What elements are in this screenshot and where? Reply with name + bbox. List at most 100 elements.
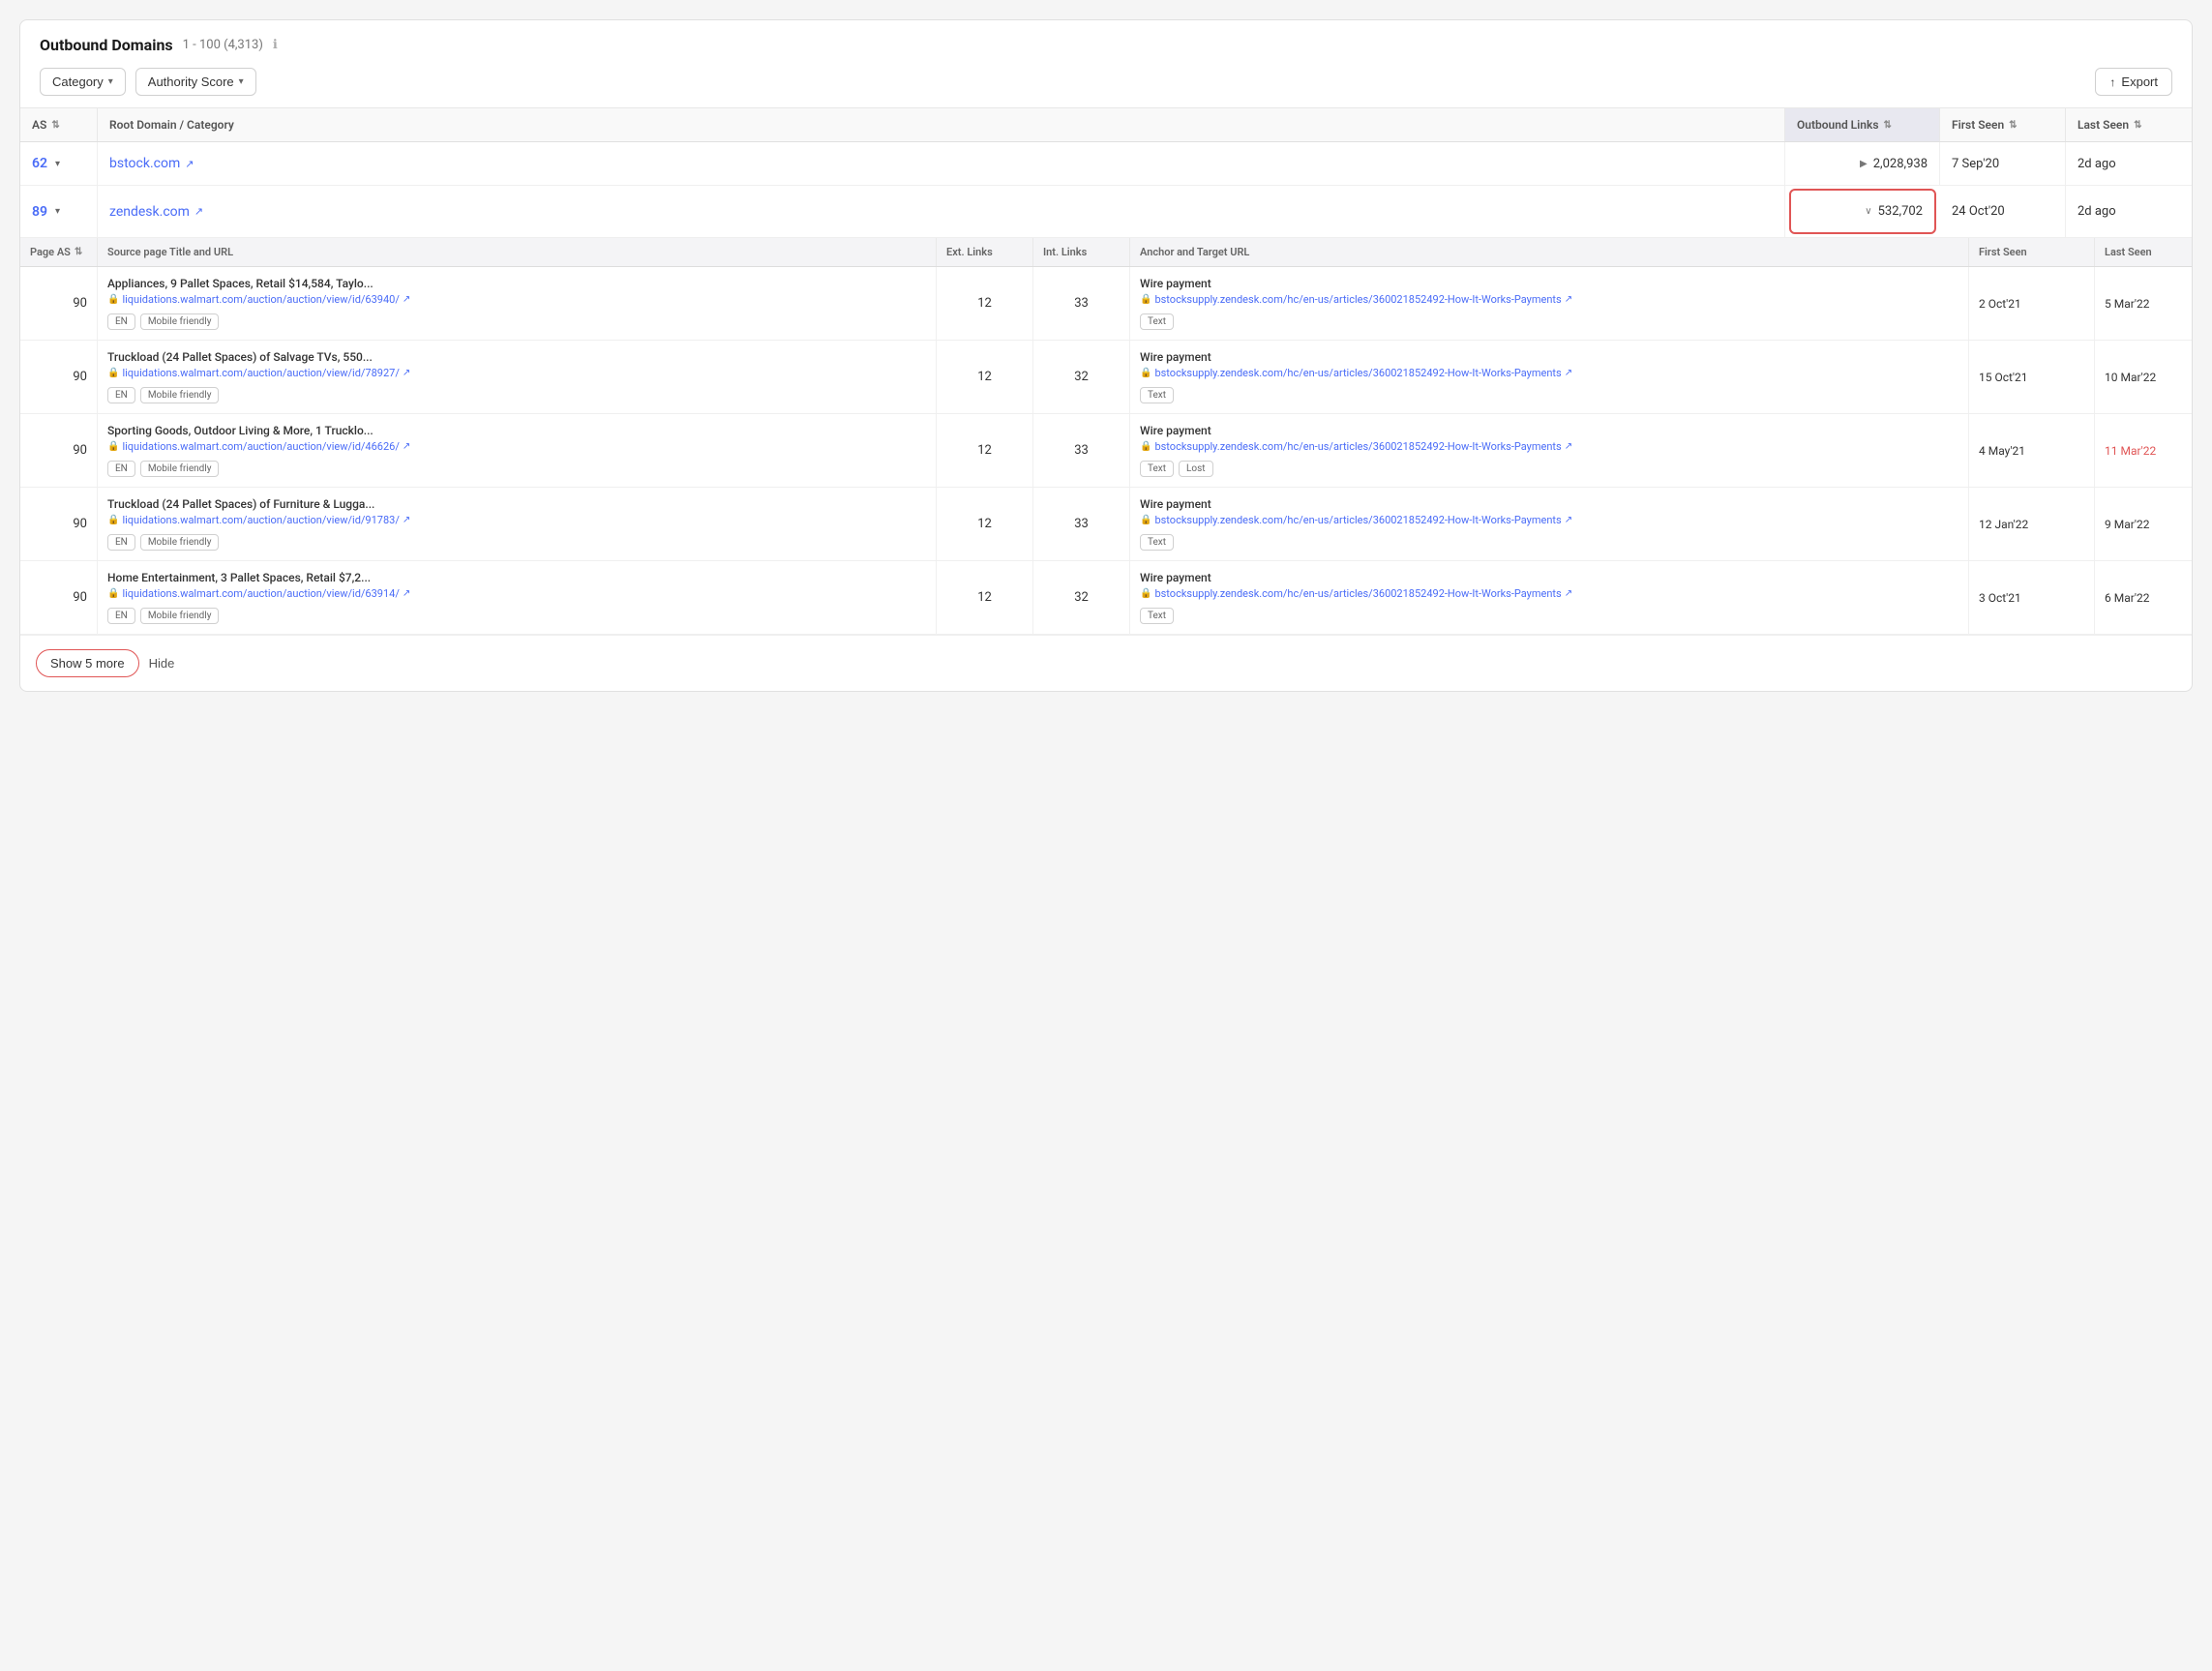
bstock-last-seen: 2d ago: [2077, 157, 2116, 171]
col-last-seen-sort-icon[interactable]: ⇅: [2134, 120, 2141, 131]
sub-row-0: 90 Appliances, 9 Pallet Spaces, Retail $…: [20, 267, 2192, 341]
col-as-label: AS: [32, 118, 46, 132]
anchor-lock-icon-2: 🔒: [1140, 441, 1151, 452]
first-seen-value-0: 2 Oct'21: [1979, 297, 2084, 311]
ext-links-value-1: 12: [946, 370, 1023, 384]
ext-links-value-0: 12: [946, 296, 1023, 311]
anchor-url-text-3: bstocksupply.zendesk.com/hc/en-us/articl…: [1154, 514, 1561, 526]
source-tag: EN: [107, 608, 135, 624]
zendesk-first-seen: 24 Oct'20: [1952, 204, 2005, 219]
source-url-text-0: liquidations.walmart.com/auction/auction…: [122, 293, 399, 306]
export-button[interactable]: ↑ Export: [2095, 68, 2172, 96]
col-header-root-domain: Root Domain / Category: [98, 108, 1785, 141]
col-outbound-sort-icon[interactable]: ⇅: [1884, 120, 1892, 131]
sub-col-anchor: Anchor and Target URL: [1130, 238, 1969, 266]
zendesk-outbound-expand-icon: ∨: [1865, 206, 1871, 217]
bstock-last-seen-cell: 2d ago: [2066, 142, 2192, 185]
sub-col-page-as-label: Page AS: [30, 246, 71, 258]
source-url-link-2[interactable]: 🔒 liquidations.walmart.com/auction/aucti…: [107, 440, 926, 453]
anchor-url-link-2[interactable]: 🔒 bstocksupply.zendesk.com/hc/en-us/arti…: [1140, 440, 1958, 453]
sub-row-page-as-3: 90: [20, 488, 98, 560]
sub-row-last-seen-1: 10 Mar'22: [2095, 341, 2192, 413]
link-tags-row-0: Text: [1140, 313, 1958, 330]
anchor-lock-icon-3: 🔒: [1140, 515, 1151, 525]
source-tag: EN: [107, 534, 135, 551]
link-tag-text-3: Text: [1140, 534, 1174, 551]
zendesk-expand-icon[interactable]: ▾: [55, 206, 60, 217]
hide-button[interactable]: Hide: [149, 656, 175, 671]
col-as-sort-icon[interactable]: ⇅: [51, 120, 59, 131]
bstock-expand-icon[interactable]: ▾: [55, 159, 60, 169]
first-seen-value-4: 3 Oct'21: [1979, 591, 2084, 605]
sub-col-ext-links-label: Ext. Links: [946, 246, 993, 258]
category-filter-button[interactable]: Category ▾: [40, 68, 126, 96]
panel-range: 1 - 100 (4,313): [183, 38, 263, 52]
last-seen-value-2: 11 Mar'22: [2105, 444, 2182, 458]
category-chevron-icon: ▾: [108, 76, 113, 87]
ext-links-value-4: 12: [946, 590, 1023, 605]
anchor-text-4: Wire payment: [1140, 571, 1958, 584]
sub-row-page-as-2: 90: [20, 414, 98, 487]
show-more-label: Show 5 more: [50, 656, 125, 671]
anchor-url-link-4[interactable]: 🔒 bstocksupply.zendesk.com/hc/en-us/arti…: [1140, 587, 1958, 600]
anchor-url-link-3[interactable]: 🔒 bstocksupply.zendesk.com/hc/en-us/arti…: [1140, 514, 1958, 526]
link-tags-row-3: Text: [1140, 534, 1958, 551]
outbound-domains-panel: Outbound Domains 1 - 100 (4,313) ℹ Categ…: [19, 19, 2193, 692]
sub-row-ext-links-1: 12: [937, 341, 1033, 413]
sub-col-page-as-sort-icon[interactable]: ⇅: [75, 247, 82, 257]
sub-row-page-as-0: 90: [20, 267, 98, 340]
anchor-url-link-1[interactable]: 🔒 bstocksupply.zendesk.com/hc/en-us/arti…: [1140, 367, 1958, 379]
bstock-domain-cell: bstock.com ↗: [98, 142, 1785, 185]
anchor-ext-icon-4: ↗: [1565, 588, 1572, 599]
panel-header: Outbound Domains 1 - 100 (4,313) ℹ Categ…: [20, 20, 2192, 108]
bstock-domain-link[interactable]: bstock.com ↗: [109, 156, 194, 171]
col-last-seen-label: Last Seen: [2077, 118, 2129, 132]
bstock-score: 62: [32, 156, 47, 171]
sub-row-source-0: Appliances, 9 Pallet Spaces, Retail $14,…: [98, 267, 937, 340]
col-header-first-seen: First Seen ⇅: [1940, 108, 2066, 141]
source-tag: EN: [107, 461, 135, 477]
sub-row-int-links-4: 32: [1033, 561, 1130, 634]
anchor-url-link-0[interactable]: 🔒 bstocksupply.zendesk.com/hc/en-us/arti…: [1140, 293, 1958, 306]
hide-label: Hide: [149, 656, 175, 671]
sub-row-source-3: Truckload (24 Pallet Spaces) of Furnitur…: [98, 488, 937, 560]
info-icon[interactable]: ℹ: [273, 38, 278, 52]
lock-icon-2: 🔒: [107, 441, 119, 452]
int-links-value-3: 33: [1043, 517, 1120, 531]
domain-row-bstock: 62 ▾ bstock.com ↗ ▶ 2,028,938 7 Sep'20 2…: [20, 142, 2192, 186]
int-links-value-2: 33: [1043, 443, 1120, 458]
zendesk-first-seen-cell: 24 Oct'20: [1940, 186, 2066, 237]
source-tags-row-3: ENMobile friendly: [107, 534, 926, 551]
sub-row-4: 90 Home Entertainment, 3 Pallet Spaces, …: [20, 561, 2192, 635]
source-tag: Mobile friendly: [140, 608, 220, 624]
source-tag: EN: [107, 387, 135, 403]
source-title-0: Appliances, 9 Pallet Spaces, Retail $14,…: [107, 277, 926, 290]
lock-icon-3: 🔒: [107, 515, 119, 525]
last-seen-value-1: 10 Mar'22: [2105, 371, 2182, 384]
source-title-4: Home Entertainment, 3 Pallet Spaces, Ret…: [107, 571, 926, 584]
sub-col-ext-links: Ext. Links: [937, 238, 1033, 266]
source-url-link-3[interactable]: 🔒 liquidations.walmart.com/auction/aucti…: [107, 514, 926, 526]
authority-score-filter-button[interactable]: Authority Score ▾: [135, 68, 256, 96]
col-first-seen-sort-icon[interactable]: ⇅: [2009, 120, 2017, 131]
zendesk-as-cell: 89 ▾: [20, 186, 98, 237]
show-more-button[interactable]: Show 5 more: [36, 649, 139, 677]
source-url-link-0[interactable]: 🔒 liquidations.walmart.com/auction/aucti…: [107, 293, 926, 306]
sub-col-first-seen-label: First Seen: [1979, 246, 2027, 258]
sub-row-int-links-3: 33: [1033, 488, 1130, 560]
zendesk-outbound-count: 532,702: [1878, 204, 1923, 219]
anchor-text-1: Wire payment: [1140, 350, 1958, 364]
sub-page-as-value-0: 90: [30, 296, 87, 311]
sub-row-ext-links-0: 12: [937, 267, 1033, 340]
source-url-link-4[interactable]: 🔒 liquidations.walmart.com/auction/aucti…: [107, 587, 926, 600]
col-outbound-links-label: Outbound Links: [1797, 118, 1879, 132]
source-title-1: Truckload (24 Pallet Spaces) of Salvage …: [107, 350, 926, 364]
source-url-link-1[interactable]: 🔒 liquidations.walmart.com/auction/aucti…: [107, 367, 926, 379]
source-ext-link-icon-1: ↗: [403, 368, 410, 378]
zendesk-domain-link[interactable]: zendesk.com ↗: [109, 204, 203, 220]
zendesk-last-seen-cell: 2d ago: [2066, 186, 2192, 237]
ext-links-value-2: 12: [946, 443, 1023, 458]
bstock-first-seen-cell: 7 Sep'20: [1940, 142, 2066, 185]
lock-icon-4: 🔒: [107, 588, 119, 599]
source-ext-link-icon-3: ↗: [403, 515, 410, 525]
